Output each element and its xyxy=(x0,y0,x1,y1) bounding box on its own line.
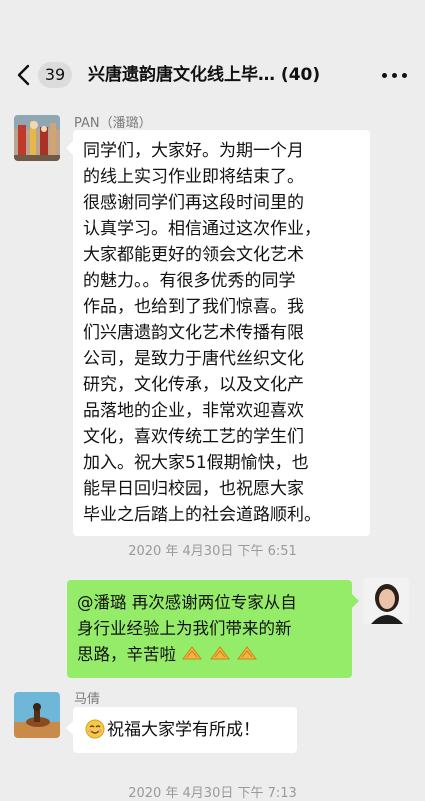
timestamp: 2020 年 4月30日 下午 7:13 xyxy=(128,786,297,801)
member-count: (40) xyxy=(280,65,321,85)
more-dots-icon xyxy=(382,73,387,78)
sender-name: 马倩 xyxy=(74,692,101,707)
sender-name: PAN（潘璐） xyxy=(74,116,152,131)
message-text: 同学们，大家好。为期一个月 的线上实习作业即将结束了。 很感谢同学们再这段时间里… xyxy=(83,141,321,525)
avatar-pan[interactable] xyxy=(14,115,60,161)
message-text: 祝福大家学有所成！ xyxy=(85,717,285,743)
unread-count-badge[interactable]: 39 xyxy=(38,62,72,88)
timestamp: 2020 年 4月30日 下午 6:51 xyxy=(128,544,297,559)
avatar-self[interactable] xyxy=(363,578,409,624)
message-text: @潘璐 再次感谢两位专家从自 身行业经验上为我们带来的新 思路，辛苦啦 xyxy=(77,593,297,664)
more-options-button[interactable] xyxy=(380,67,410,83)
group-name: 兴唐遗韵唐文化线上毕… xyxy=(88,65,275,85)
chat-title[interactable]: 兴唐遗韵唐文化线上毕… (40) xyxy=(88,62,348,88)
chevron-left-icon xyxy=(17,64,30,86)
avatar-maqian[interactable] xyxy=(14,692,60,738)
clap-emoji-icon xyxy=(236,646,257,660)
message-bubble-self[interactable]: @潘璐 再次感谢两位专家从自 身行业经验上为我们带来的新 思路，辛苦啦 xyxy=(67,580,352,678)
message-bubble-pan[interactable]: 同学们，大家好。为期一个月 的线上实习作业即将结束了。 很感谢同学们再这段时间里… xyxy=(73,130,370,536)
chat-header: 39 兴唐遗韵唐文化线上毕… (40) xyxy=(0,0,425,100)
clap-emoji-icon xyxy=(182,646,203,660)
back-button[interactable] xyxy=(12,62,36,88)
clap-emoji-icon xyxy=(209,646,230,660)
message-bubble-maqian[interactable]: 祝福大家学有所成！ xyxy=(73,707,297,753)
smile-emoji-icon xyxy=(85,719,105,739)
